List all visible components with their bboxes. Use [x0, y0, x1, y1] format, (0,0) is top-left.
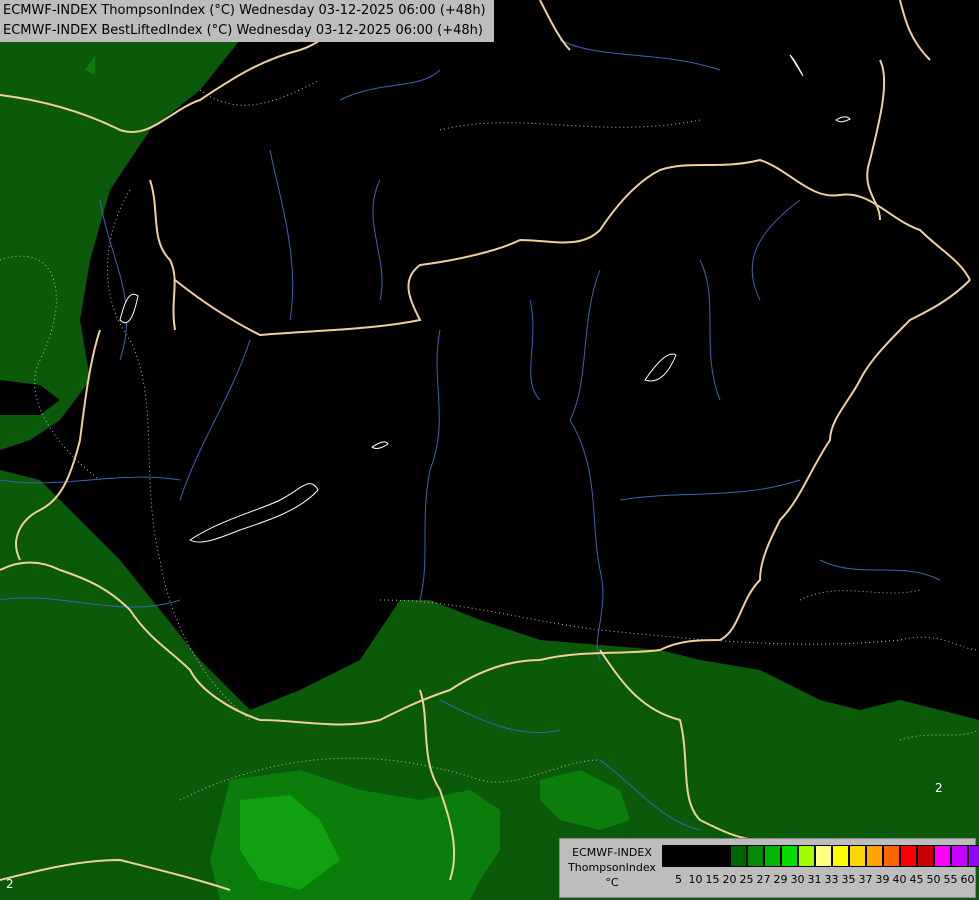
legend-swatch [917, 845, 934, 867]
legend-tick-label: 31 [807, 873, 822, 886]
map-canvas: 2 2 [0, 0, 979, 900]
legend-tick-label: 60 [960, 873, 975, 886]
legend-swatch [849, 845, 866, 867]
weather-map: 2 2 ECMWF-INDEX ThompsonIndex (°C) Wedne… [0, 0, 979, 900]
legend-swatch [900, 845, 917, 867]
legend-label-variable: ThompsonIndex [568, 861, 656, 874]
legend-swatch [679, 845, 696, 867]
legend-tick-label: 5 [675, 873, 682, 886]
legend-tick-label: 27 [756, 873, 771, 886]
legend-swatch [866, 845, 883, 867]
legend-tick-label: 40 [892, 873, 907, 886]
legend-label: ECMWF-INDEX ThompsonIndex °C [564, 845, 660, 890]
legend-tick-label: 10 [688, 873, 703, 886]
legend-tick-label: 25 [739, 873, 754, 886]
legend-tick-label: 45 [909, 873, 924, 886]
legend-swatches [662, 845, 979, 867]
legend-tick-label: 29 [773, 873, 788, 886]
legend-swatch [764, 845, 781, 867]
legend-swatch [951, 845, 968, 867]
legend-swatch [798, 845, 815, 867]
legend-tick-label: 33 [824, 873, 839, 886]
color-legend: ECMWF-INDEX ThompsonIndex °C 5 10 15 20 25 27… [559, 838, 979, 898]
contour-label-southwest: 2 [6, 877, 14, 891]
legend-swatch [747, 845, 764, 867]
legend-swatch [883, 845, 900, 867]
legend-label-unit: °C [605, 876, 619, 889]
legend-ticks: 5 10 15 20 25 27 29 30 31 33 35 37 39 40 45 50 55 60 [670, 873, 976, 886]
legend-tick-label: 15 [705, 873, 720, 886]
title-line-thompson: ECMWF-INDEX ThompsonIndex (°C) Wednesday… [3, 3, 486, 18]
contour-label-east: 2 [935, 781, 943, 795]
legend-tick-label: 50 [926, 873, 941, 886]
legend-swatch [934, 845, 951, 867]
legend-swatch [662, 845, 679, 867]
title-line-bestlifted: ECMWF-INDEX BestLiftedIndex (°C) Wednesd… [3, 23, 483, 38]
legend-swatch [713, 845, 730, 867]
legend-tick-label: 35 [841, 873, 856, 886]
legend-swatch [730, 845, 747, 867]
legend-tick-label: 55 [943, 873, 958, 886]
legend-swatch [968, 845, 979, 867]
legend-tick-label: 39 [875, 873, 890, 886]
legend-swatch [781, 845, 798, 867]
legend-swatch [815, 845, 832, 867]
legend-label-model: ECMWF-INDEX [572, 846, 652, 859]
legend-tick-label: 20 [722, 873, 737, 886]
map-title-box: ECMWF-INDEX ThompsonIndex (°C) Wednesday… [0, 0, 494, 42]
legend-tick-label: 37 [858, 873, 873, 886]
legend-swatch [696, 845, 713, 867]
legend-tick-label: 30 [790, 873, 805, 886]
legend-swatch [832, 845, 849, 867]
